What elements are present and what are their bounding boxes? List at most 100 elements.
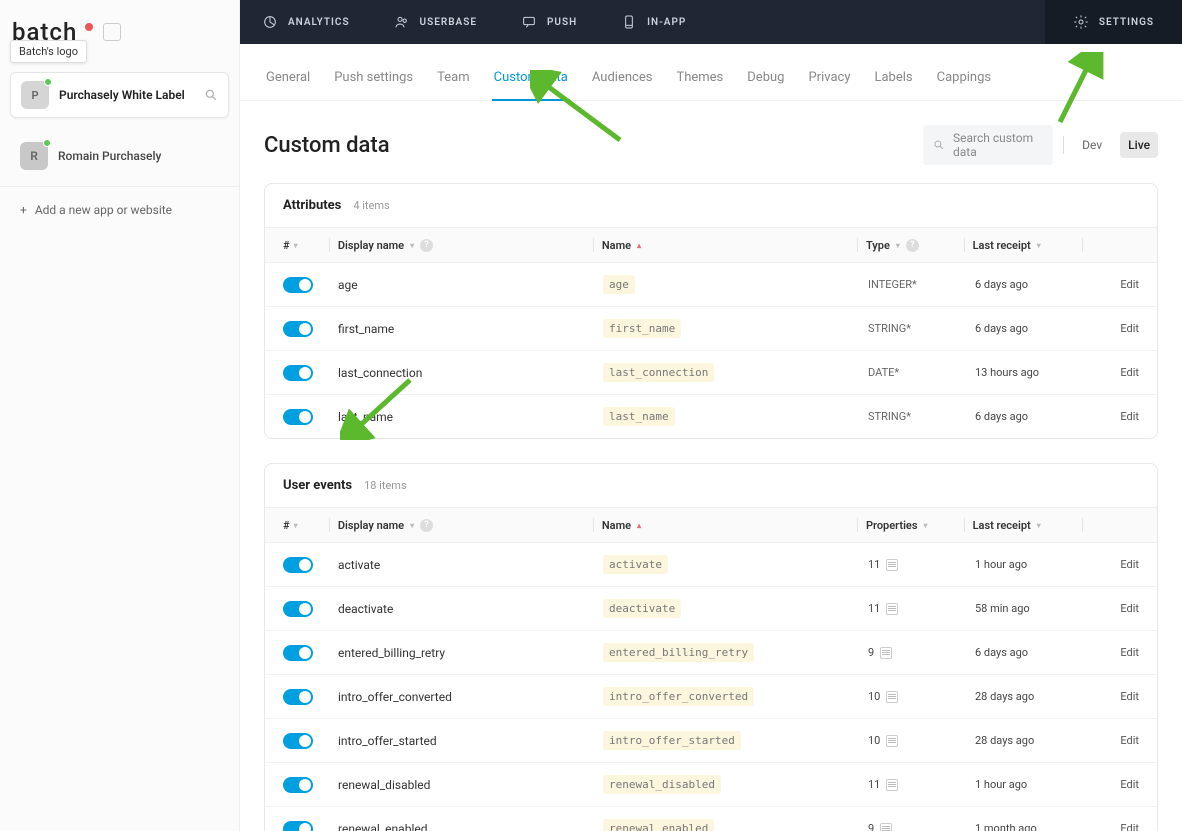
add-app-label: Add a new app or website xyxy=(35,203,172,217)
props-value: 11 xyxy=(868,778,898,791)
events-header: User events 18 items xyxy=(265,464,1157,508)
plus-icon: + xyxy=(20,203,27,217)
table-row: last_connection last_connection DATE* 13… xyxy=(265,351,1157,395)
nav-inapp[interactable]: IN-APP xyxy=(599,0,708,44)
help-icon[interactable]: ? xyxy=(420,239,433,252)
props-value: 10 xyxy=(868,734,898,747)
search-icon xyxy=(933,138,945,152)
enable-toggle[interactable] xyxy=(283,777,313,793)
gear-icon xyxy=(1073,14,1089,30)
events-card: User events 18 items #▾ Display name▾? N… xyxy=(264,463,1158,831)
env-live-button[interactable]: Live xyxy=(1120,132,1158,158)
tab-labels[interactable]: Labels xyxy=(872,70,914,100)
help-icon[interactable]: ? xyxy=(420,519,433,532)
props-value: 11 xyxy=(868,558,898,571)
edit-link[interactable]: Edit xyxy=(1091,778,1139,791)
tab-audiences[interactable]: Audiences xyxy=(590,70,655,100)
tab-general[interactable]: General xyxy=(264,70,312,100)
edit-link[interactable]: Edit xyxy=(1091,278,1139,291)
nav-userbase[interactable]: USERBASE xyxy=(372,0,499,44)
table-row: intro_offer_converted intro_offer_conver… xyxy=(265,675,1157,719)
col-receipt[interactable]: Last receipt xyxy=(973,239,1031,252)
enable-toggle[interactable] xyxy=(283,821,313,831)
display-name: intro_offer_started xyxy=(338,734,437,748)
edit-link[interactable]: Edit xyxy=(1091,646,1139,659)
receipt-value: 28 days ago xyxy=(975,734,1034,747)
main: General Push settings Team Custom data A… xyxy=(240,44,1182,831)
receipt-value: 13 hours ago xyxy=(975,366,1039,379)
edit-link[interactable]: Edit xyxy=(1091,690,1139,703)
tab-team[interactable]: Team xyxy=(435,70,472,100)
code-name: intro_offer_converted xyxy=(603,687,754,706)
code-name: intro_offer_started xyxy=(603,731,741,750)
props-value: 11 xyxy=(868,602,898,615)
code-name: renewal_enabled xyxy=(603,819,714,831)
code-name: age xyxy=(603,275,635,294)
attributes-count: 4 items xyxy=(353,199,389,212)
nav-analytics[interactable]: ANALYTICS xyxy=(240,0,372,44)
display-name: renewal_disabled xyxy=(338,778,430,792)
edit-link[interactable]: Edit xyxy=(1091,734,1139,747)
col-props[interactable]: Properties xyxy=(866,519,918,532)
help-icon[interactable]: ? xyxy=(906,239,919,252)
receipt-value: 6 days ago xyxy=(975,322,1028,335)
tab-cappings[interactable]: Cappings xyxy=(935,70,993,100)
tab-custom-data[interactable]: Custom data xyxy=(492,70,570,101)
attributes-header: Attributes 4 items xyxy=(265,184,1157,228)
edit-link[interactable]: Edit xyxy=(1091,410,1139,423)
app-selector[interactable]: P Purchasely White Label xyxy=(10,72,229,118)
code-name: activate xyxy=(603,555,668,574)
receipt-value: 6 days ago xyxy=(975,278,1028,291)
edit-link[interactable]: Edit xyxy=(1091,322,1139,335)
enable-toggle[interactable] xyxy=(283,365,313,381)
col-toggle[interactable]: # xyxy=(283,239,290,252)
enable-toggle[interactable] xyxy=(283,689,313,705)
col-display[interactable]: Display name xyxy=(338,519,404,532)
divider xyxy=(0,186,239,187)
attributes-title: Attributes xyxy=(283,198,341,213)
tab-debug[interactable]: Debug xyxy=(745,70,786,100)
enable-toggle[interactable] xyxy=(283,733,313,749)
add-app-link[interactable]: + Add a new app or website xyxy=(0,189,239,231)
table-row: entered_billing_retry entered_billing_re… xyxy=(265,631,1157,675)
tab-privacy[interactable]: Privacy xyxy=(806,70,852,100)
table-row: last_name last_name STRING* 6 days ago E… xyxy=(265,395,1157,438)
col-type[interactable]: Type xyxy=(866,239,890,252)
col-name[interactable]: Name xyxy=(602,239,631,252)
col-display[interactable]: Display name xyxy=(338,239,404,252)
enable-toggle[interactable] xyxy=(283,277,313,293)
receipt-value: 28 days ago xyxy=(975,690,1034,703)
col-toggle[interactable]: # xyxy=(283,519,290,532)
enable-toggle[interactable] xyxy=(283,409,313,425)
search-input[interactable]: Search custom data xyxy=(923,125,1053,165)
edit-link[interactable]: Edit xyxy=(1091,366,1139,379)
tab-push-settings[interactable]: Push settings xyxy=(332,70,415,100)
nav-push[interactable]: PUSH xyxy=(499,0,599,44)
enable-toggle[interactable] xyxy=(283,645,313,661)
receipt-value: 1 month ago xyxy=(975,822,1037,831)
enable-toggle[interactable] xyxy=(283,601,313,617)
enable-toggle[interactable] xyxy=(283,557,313,573)
divider xyxy=(1063,136,1064,154)
nav-settings[interactable]: SETTINGS xyxy=(1045,0,1182,44)
code-name: last_connection xyxy=(603,363,714,382)
settings-tabs: General Push settings Team Custom data A… xyxy=(240,44,1182,101)
list-icon xyxy=(886,559,898,571)
env-dev-button[interactable]: Dev xyxy=(1074,132,1110,158)
enable-toggle[interactable] xyxy=(283,321,313,337)
edit-link[interactable]: Edit xyxy=(1091,822,1139,831)
list-icon xyxy=(886,603,898,615)
edit-link[interactable]: Edit xyxy=(1091,602,1139,615)
type-value: INTEGER* xyxy=(868,278,917,291)
topnav-left: ANALYTICS USERBASE PUSH IN-APP xyxy=(240,0,708,44)
col-receipt[interactable]: Last receipt xyxy=(973,519,1031,532)
tab-themes[interactable]: Themes xyxy=(674,70,725,100)
events-count: 18 items xyxy=(364,479,407,492)
edit-link[interactable]: Edit xyxy=(1091,558,1139,571)
table-row: deactivate deactivate 11 58 min ago Edit xyxy=(265,587,1157,631)
col-name[interactable]: Name xyxy=(602,519,631,532)
user-row[interactable]: R Romain Purchasely xyxy=(0,128,239,184)
app-switcher-icon[interactable] xyxy=(103,23,121,41)
notification-dot-icon xyxy=(85,23,93,31)
page-title: Custom data xyxy=(264,133,390,158)
